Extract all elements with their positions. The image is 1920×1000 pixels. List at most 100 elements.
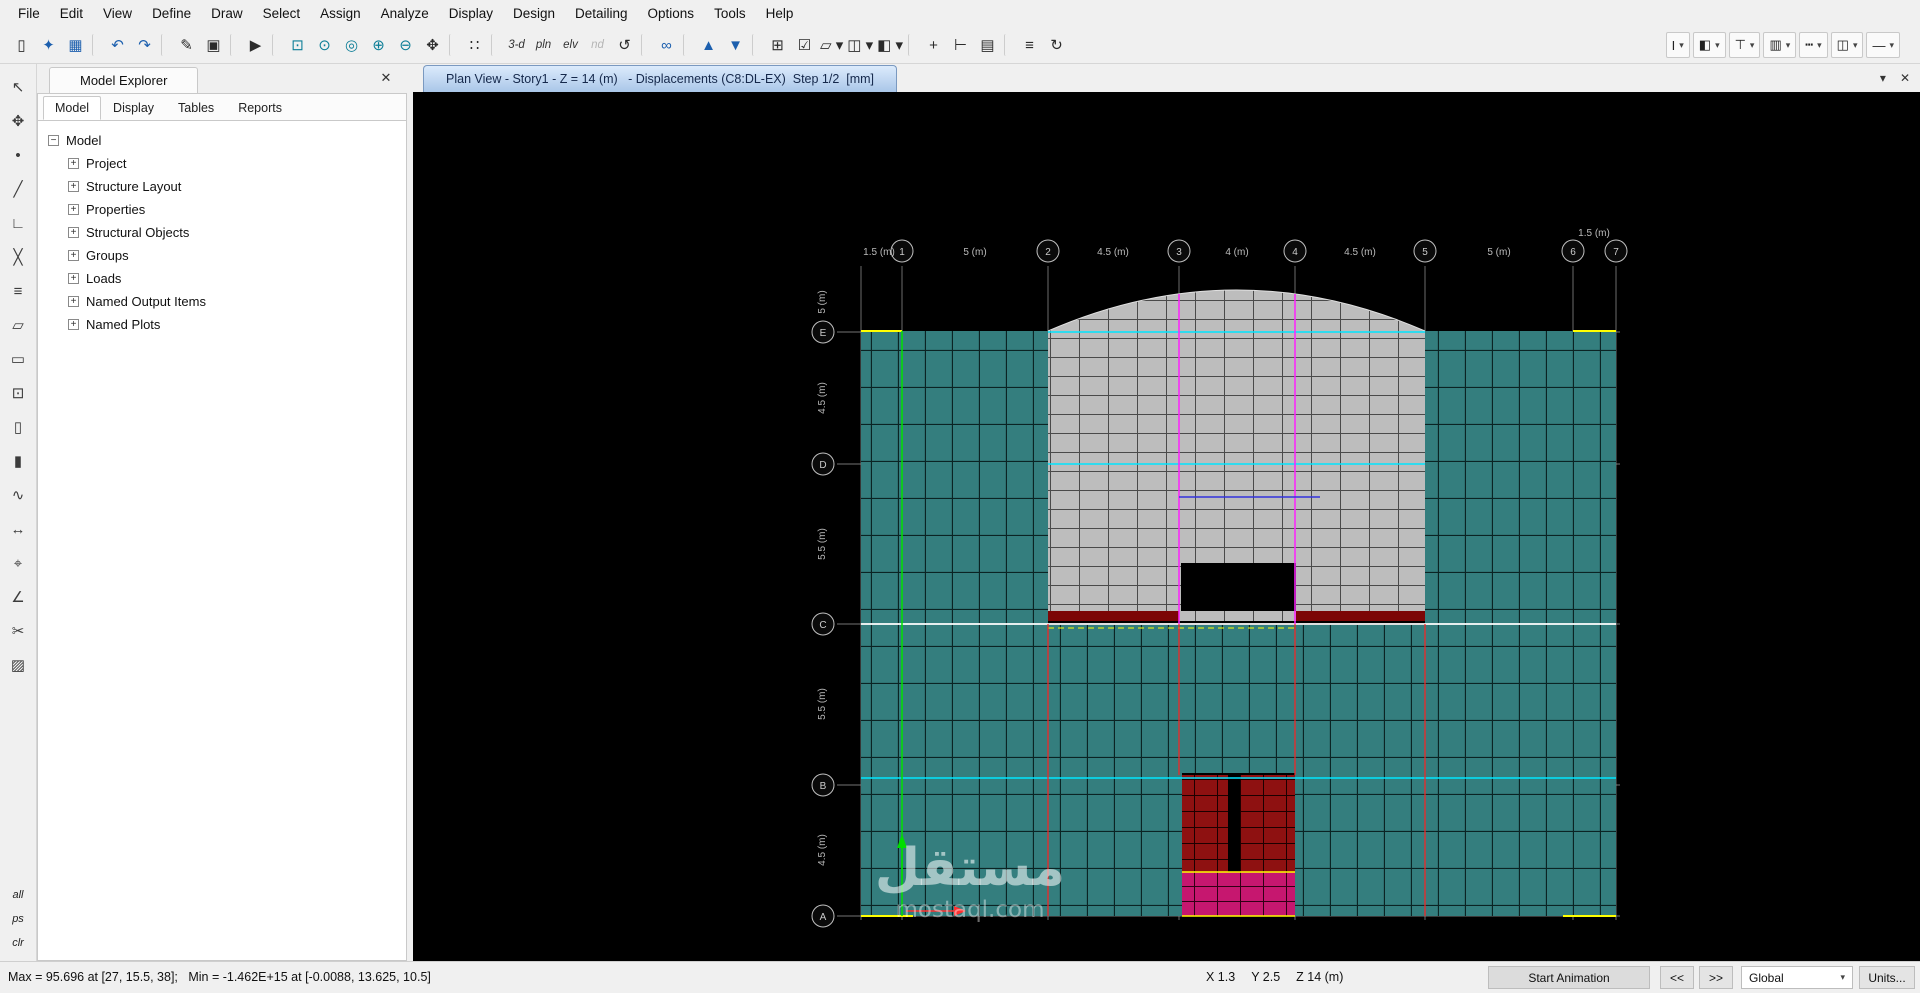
toolbar-separator[interactable] <box>449 34 458 56</box>
draw-frame-icon[interactable]: ╱ <box>3 174 33 204</box>
toolbar-separator[interactable] <box>272 34 281 56</box>
menu-item[interactable]: Design <box>503 1 565 26</box>
zoom-in-icon[interactable]: ⊕ <box>365 32 392 59</box>
tree-item[interactable]: + Project <box>68 152 406 175</box>
menu-item[interactable]: Assign <box>310 1 371 26</box>
menu-item[interactable]: Detailing <box>565 1 638 26</box>
assign-frame-icon[interactable]: ⊢ <box>947 32 974 59</box>
elevation-view-icon[interactable]: elv <box>557 32 584 59</box>
grid-options-icon[interactable]: ⊞ <box>764 32 791 59</box>
section-cube-dropdown-icon[interactable]: ◧ ▾ <box>875 32 905 59</box>
draw-link-icon[interactable]: ∿ <box>3 480 33 510</box>
plan-view-canvas[interactable]: 1 2 3 4 5 6 7 E D C B A 1.5 (m) 5 (m) 4.… <box>413 92 1920 961</box>
select-all-button[interactable]: all <box>3 884 33 906</box>
pan-icon[interactable]: ✥ <box>419 32 446 59</box>
new-model-icon[interactable]: ▯ <box>8 32 35 59</box>
expand-icon[interactable]: + <box>68 158 79 169</box>
expand-icon[interactable]: + <box>68 250 79 261</box>
snap-options-icon[interactable]: ∷ <box>461 32 488 59</box>
expand-icon[interactable]: + <box>68 181 79 192</box>
supports-dropdown[interactable]: ⊤ ▾ <box>1728 32 1761 58</box>
start-animation-button[interactable]: Start Animation <box>1488 966 1650 989</box>
named-display-icon[interactable]: nd <box>584 32 611 59</box>
restore-full-view-icon[interactable]: ⊙ <box>311 32 338 59</box>
menu-item[interactable]: Edit <box>50 1 93 26</box>
tree-root-model[interactable]: − Model <box>48 129 406 152</box>
views-dropdown[interactable]: ◫ ▾ <box>1830 32 1864 58</box>
close-view-icon[interactable]: ✕ <box>1900 71 1910 85</box>
plan-view-tab[interactable]: Plan View - Story1 - Z = 14 (m) - Displa… <box>423 65 898 92</box>
quick-draw-frame-icon[interactable]: ∟ <box>3 208 33 238</box>
edit-pencil-icon[interactable]: ✎ <box>173 32 200 59</box>
menu-item[interactable]: Help <box>756 1 804 26</box>
quick-draw-braces-icon[interactable]: ╳ <box>3 242 33 272</box>
chevron-down-icon[interactable]: ▾ <box>1880 71 1886 85</box>
menu-item[interactable]: Define <box>142 1 201 26</box>
tree-item[interactable]: + Named Output Items <box>68 290 406 313</box>
object-cube-dropdown-icon[interactable]: ◫ ▾ <box>845 32 875 59</box>
menu-item[interactable]: File <box>8 1 50 26</box>
draw-dimension-icon[interactable]: ↔ <box>3 514 33 544</box>
toolbar-separator[interactable] <box>161 34 170 56</box>
quick-draw-wall-icon[interactable]: ▮ <box>3 446 33 476</box>
draw-cladding-icon[interactable]: ▨ <box>3 650 33 680</box>
tree-item[interactable]: + Properties <box>68 198 406 221</box>
tab-reports[interactable]: Reports <box>226 96 294 120</box>
toolbar-separator[interactable] <box>752 34 761 56</box>
tab-tables[interactable]: Tables <box>166 96 226 120</box>
move-up-story-icon[interactable]: ▲ <box>695 32 722 59</box>
close-icon[interactable]: ✕ <box>377 69 395 87</box>
model-explorer-title[interactable]: Model Explorer <box>49 67 199 93</box>
menu-item[interactable]: Tools <box>704 1 756 26</box>
units-button[interactable]: Units... <box>1859 966 1915 989</box>
move-down-story-icon[interactable]: ▼ <box>722 32 749 59</box>
select-pointer-icon[interactable]: ↖ <box>3 72 33 102</box>
menu-item[interactable]: Select <box>253 1 311 26</box>
expand-icon[interactable]: + <box>68 227 79 238</box>
frame-sections-dropdown[interactable]: I ▾ <box>1665 32 1690 58</box>
tree-item[interactable]: + Structural Objects <box>68 221 406 244</box>
assign-shell-icon[interactable]: ▤ <box>974 32 1001 59</box>
menu-item[interactable]: Draw <box>201 1 253 26</box>
plan-view-icon[interactable]: pln <box>530 32 557 59</box>
draw-wall-icon[interactable]: ▯ <box>3 412 33 442</box>
toolbar-separator[interactable] <box>907 34 917 56</box>
rubber-band-zoom-icon[interactable]: ⊡ <box>284 32 311 59</box>
quick-draw-area-icon[interactable]: ⊡ <box>3 378 33 408</box>
expand-icon[interactable]: + <box>68 319 79 330</box>
tab-display[interactable]: Display <box>101 96 166 120</box>
clear-selection-button[interactable]: clr <box>3 932 33 954</box>
reshape-object-icon[interactable]: ✥ <box>3 106 33 136</box>
menu-item[interactable]: Analyze <box>371 1 439 26</box>
three-d-view-icon[interactable]: 3-d <box>503 32 530 59</box>
toolbar-separator[interactable] <box>1003 34 1013 56</box>
undo-icon[interactable]: ↶ <box>104 32 131 59</box>
previous-selection-button[interactable]: ps <box>3 908 33 930</box>
draw-joint-icon[interactable]: • <box>3 140 33 170</box>
lock-model-icon[interactable]: ▣ <box>200 32 227 59</box>
draw-floor-area-icon[interactable]: ▱ <box>3 310 33 340</box>
tree-item[interactable]: + Named Plots <box>68 313 406 336</box>
draw-rect-area-icon[interactable]: ▭ <box>3 344 33 374</box>
shrink-toggle-icon[interactable]: ☑ <box>791 32 818 59</box>
run-analysis-icon[interactable]: ▶ <box>242 32 269 59</box>
previous-step-button[interactable]: << <box>1660 966 1694 989</box>
measure-tool-icon[interactable]: ∠ <box>3 582 33 612</box>
redo-icon[interactable]: ↷ <box>131 32 158 59</box>
draw-reference-point-icon[interactable]: ⌖ <box>3 548 33 578</box>
section-cut-icon[interactable]: ✂ <box>3 616 33 646</box>
expand-icon[interactable]: + <box>68 296 79 307</box>
next-step-button[interactable]: >> <box>1699 966 1733 989</box>
display-options-icon[interactable]: ∞ <box>653 32 680 59</box>
zoom-out-icon[interactable]: ⊖ <box>392 32 419 59</box>
menu-item[interactable]: Display <box>439 1 503 26</box>
toolbar-separator[interactable] <box>92 34 101 56</box>
story-list-icon[interactable]: ≡ <box>1016 32 1043 59</box>
line-pattern-dropdown[interactable]: ┅ ▾ <box>1799 32 1828 58</box>
collapse-icon[interactable]: − <box>48 135 59 146</box>
wall-sections-dropdown[interactable]: ◧ ▾ <box>1692 32 1726 58</box>
tree-item[interactable]: + Groups <box>68 244 406 267</box>
assign-joint-icon[interactable]: + <box>920 32 947 59</box>
tree-item[interactable]: + Loads <box>68 267 406 290</box>
expand-icon[interactable]: + <box>68 204 79 215</box>
